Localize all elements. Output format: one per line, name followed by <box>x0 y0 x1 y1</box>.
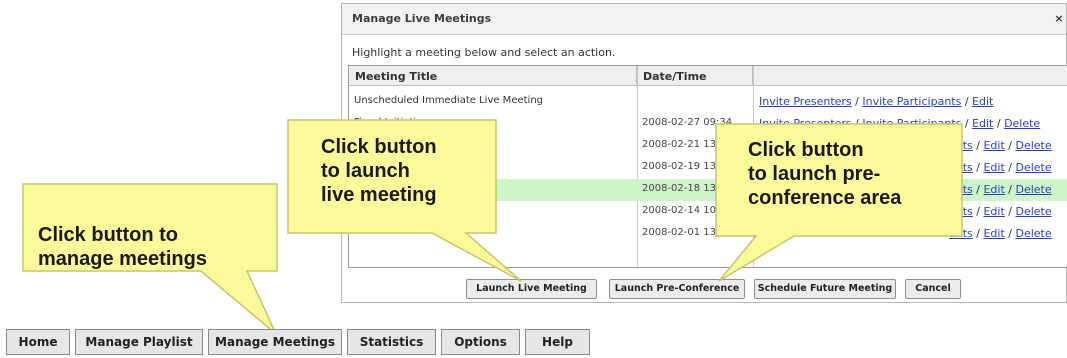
meeting-title: Unscheduled Immediate Live Meeting <box>354 95 544 106</box>
invite-presenters-link[interactable]: Invite Presenters <box>759 117 852 130</box>
invite-presenters-link[interactable]: Invite Presenters <box>759 95 852 108</box>
row-actions: Invite Presenters / Invite Participants … <box>759 95 994 108</box>
tab-home[interactable]: Home <box>6 329 70 355</box>
row-actions: ants / Edit / Delete <box>949 139 1052 152</box>
meetings-table: Meeting Title Date/Time Unscheduled Imme… <box>348 65 1067 268</box>
invite-participants-link[interactable]: Invite Participants <box>862 95 961 108</box>
table-row[interactable]: Unscheduled Immediate Live Meeting Invit… <box>349 91 1067 113</box>
invite-participants-link[interactable]: ants <box>949 205 973 218</box>
table-row-selected[interactable]: 2008-02-18 13:18 ants / Edit / Delete <box>349 179 1067 201</box>
meeting-datetime: 2008-02-14 10:27 <box>642 205 733 216</box>
row-actions: Invite Presenters / Invite Participants … <box>759 117 1041 130</box>
meeting-datetime: 2008-02-19 13:26 <box>642 161 733 172</box>
table-row[interactable]: 2008-02-14 10:27 ants / Edit / Delete <box>349 201 1067 223</box>
delete-link[interactable]: Delete <box>1015 161 1051 174</box>
dialog-instruction: Highlight a meeting below and select an … <box>352 46 616 59</box>
meeting-datetime: 2008-02-21 13:24 <box>642 139 733 150</box>
delete-link[interactable]: Delete <box>1015 139 1051 152</box>
callout-launch-live-text: Click button to launch live meeting <box>321 136 437 206</box>
invite-participants-link[interactable]: ants <box>949 161 973 174</box>
invite-participants-link[interactable]: ants <box>949 139 973 152</box>
column-header-actions <box>753 66 1067 86</box>
schedule-future-meeting-button[interactable]: Schedule Future Meeting <box>754 279 896 299</box>
invite-participants-link[interactable]: ants <box>949 227 973 240</box>
meeting-datetime: 2008-02-18 13:18 <box>642 183 733 194</box>
tab-statistics[interactable]: Statistics <box>347 329 436 355</box>
edit-link[interactable]: Edit <box>983 183 1004 196</box>
delete-link[interactable]: Delete <box>1015 205 1051 218</box>
row-actions: ants / Edit / Delete <box>949 161 1052 174</box>
edit-link[interactable]: Edit <box>983 227 1004 240</box>
meeting-datetime: 2008-02-01 13:00 <box>642 227 733 238</box>
edit-link[interactable]: Edit <box>983 161 1004 174</box>
cancel-button[interactable]: Cancel <box>905 279 961 299</box>
edit-link[interactable]: Edit <box>972 95 993 108</box>
column-header-title: Meeting Title <box>349 66 637 86</box>
dialog-titlebar: Manage Live Meetings × <box>342 4 1066 35</box>
row-actions: ants / Edit / Delete <box>949 227 1052 240</box>
delete-link[interactable]: Delete <box>1015 227 1051 240</box>
tab-manage-meetings[interactable]: Manage Meetings <box>208 329 342 355</box>
callout-launch-pre-text: Click button to launch pre- conference a… <box>748 139 902 209</box>
column-header-datetime: Date/Time <box>637 66 753 86</box>
manage-live-meetings-dialog: Manage Live Meetings × Highlight a meeti… <box>341 3 1067 303</box>
delete-link[interactable]: Delete <box>1015 183 1051 196</box>
table-row[interactable]: Fiscal Initiatives 2008-02-27 09:34 Invi… <box>349 113 1067 135</box>
invite-participants-link[interactable]: ants <box>949 183 973 196</box>
tab-manage-playlist[interactable]: Manage Playlist <box>75 329 203 355</box>
row-actions: ants / Edit / Delete <box>949 205 1052 218</box>
meeting-datetime: 2008-02-27 09:34 <box>642 117 733 128</box>
row-actions: ants / Edit / Delete <box>949 183 1052 196</box>
table-row[interactable]: 2008-02-01 13:00 ants / Edit / Delete <box>349 223 1067 245</box>
edit-link[interactable]: Edit <box>983 139 1004 152</box>
invite-participants-link[interactable]: Invite Participants <box>862 117 961 130</box>
meeting-title: Fiscal Initiatives <box>354 117 434 128</box>
dialog-title: Manage Live Meetings <box>352 12 492 25</box>
launch-pre-conference-button[interactable]: Launch Pre-Conference <box>609 279 745 299</box>
close-icon[interactable]: × <box>1054 13 1064 25</box>
edit-link[interactable]: Edit <box>972 117 993 130</box>
table-row[interactable]: 2008-02-19 13:26 ants / Edit / Delete <box>349 157 1067 179</box>
callout-manage-text: Click button to manage meetings <box>38 224 207 270</box>
tab-options[interactable]: Options <box>441 329 520 355</box>
edit-link[interactable]: Edit <box>983 205 1004 218</box>
table-row[interactable]: 2008-02-21 13:24 ants / Edit / Delete <box>349 135 1067 157</box>
delete-link[interactable]: Delete <box>1004 117 1040 130</box>
tab-help[interactable]: Help <box>525 329 590 355</box>
launch-live-meeting-button[interactable]: Launch Live Meeting <box>466 279 597 299</box>
